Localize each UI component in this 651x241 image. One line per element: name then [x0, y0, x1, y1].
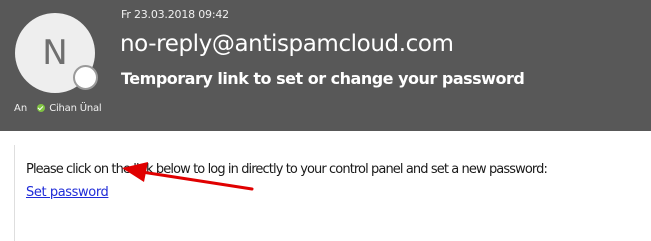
message-text: Please click on the link below to log in…: [26, 162, 548, 177]
to-label: An: [14, 102, 28, 114]
sender-address[interactable]: no-reply@antispamcloud.com: [120, 31, 454, 57]
message-body: Please click on the link below to log in…: [14, 145, 651, 241]
check-icon: [37, 104, 46, 112]
recipient-name[interactable]: Cihan Ünal: [49, 103, 102, 114]
presence-icon: [73, 65, 98, 90]
set-password-link[interactable]: Set password: [26, 185, 109, 200]
email-header: N Fr 23.03.2018 09:42 no-reply@antispamc…: [0, 0, 651, 131]
email-subject: Temporary link to set or change your pas…: [121, 69, 525, 88]
email-window: N Fr 23.03.2018 09:42 no-reply@antispamc…: [0, 0, 651, 241]
recipient-row: An Cihan Ünal: [14, 101, 102, 115]
email-date: Fr 23.03.2018 09:42: [121, 8, 229, 21]
